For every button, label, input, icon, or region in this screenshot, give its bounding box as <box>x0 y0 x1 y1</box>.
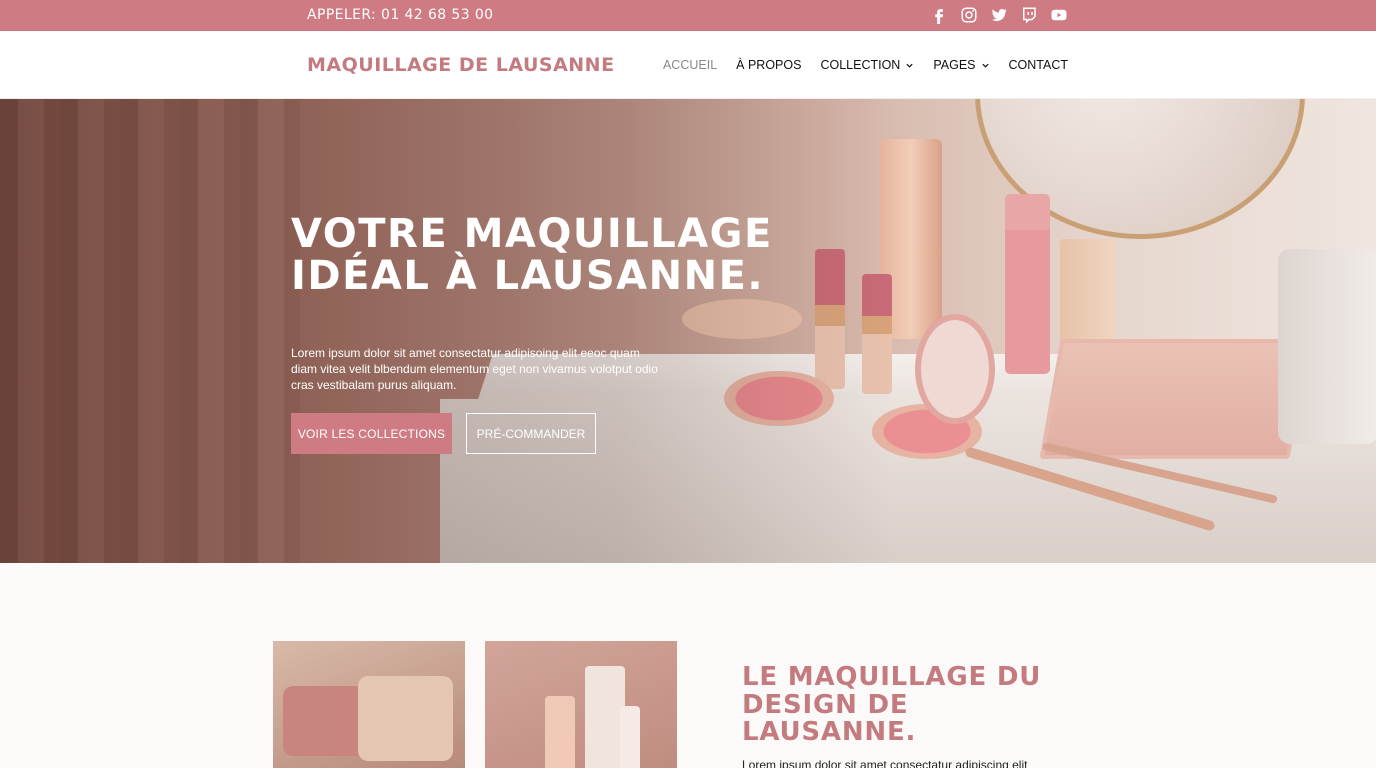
nav-label: ACCUEIL <box>662 58 718 72</box>
site-header: MAQUILLAGE DE LAUSANNE ACCUEIL À PROPOS … <box>0 31 1376 99</box>
hero-overlay <box>0 99 1376 563</box>
chevron-down-icon <box>906 63 913 68</box>
nav-item-pages[interactable]: PAGES <box>933 58 989 72</box>
youtube-icon[interactable] <box>1050 6 1068 24</box>
section-title: LE MAQUILLAGE DU DESIGN DE LAUSANNE. <box>742 662 1042 747</box>
view-collections-button[interactable]: VOIR LES COLLECTIONS <box>291 413 452 454</box>
hero-banner: VOTRE MAQUILLAGE IDÉAL À LAUSANNE. Lorem… <box>0 99 1376 563</box>
instagram-icon[interactable] <box>960 6 978 24</box>
chevron-down-icon <box>981 63 989 68</box>
main-nav: ACCUEIL À PROPOS COLLECTION PAGES CONTAC… <box>663 58 1068 72</box>
nav-item-collection[interactable]: COLLECTION <box>820 58 914 72</box>
pre-order-button[interactable]: PRÉ-COMMANDER <box>466 413 596 454</box>
nav-label: CONTACT <box>1008 58 1069 72</box>
nav-item-a-propos[interactable]: À PROPOS <box>736 58 801 72</box>
top-bar: APPELER: 01 42 68 53 00 <box>0 0 1376 31</box>
twitch-icon[interactable] <box>1020 6 1038 24</box>
nav-item-contact[interactable]: CONTACT <box>1009 58 1069 72</box>
section-text: Lorem ipsum dolor sit amet consectatur a… <box>742 758 1028 768</box>
facebook-icon[interactable] <box>930 6 948 24</box>
nav-label: PAGES <box>933 58 976 72</box>
site-logo[interactable]: MAQUILLAGE DE LAUSANNE <box>307 54 615 76</box>
hero-title: VOTRE MAQUILLAGE IDÉAL À LAUSANNE. <box>291 211 773 299</box>
social-links <box>930 6 1068 24</box>
phone-number[interactable]: APPELER: 01 42 68 53 00 <box>307 7 494 23</box>
makeup-bags-image <box>273 641 465 768</box>
nav-item-accueil[interactable]: ACCUEIL <box>663 58 717 72</box>
twitter-icon[interactable] <box>990 6 1008 24</box>
skincare-products-image <box>485 641 677 768</box>
nav-label: À PROPOS <box>736 58 802 72</box>
nav-label: COLLECTION <box>820 58 901 72</box>
hero-description: Lorem ipsum dolor sit amet consectatur a… <box>291 346 658 392</box>
